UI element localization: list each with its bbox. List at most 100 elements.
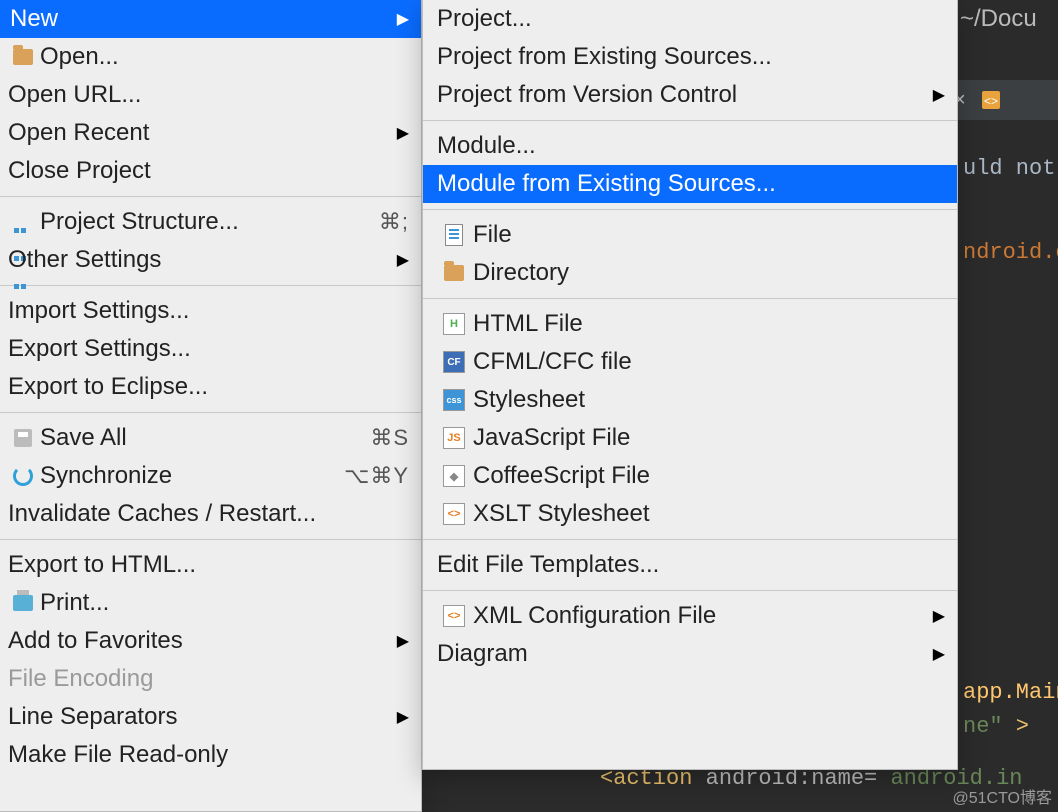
menu-label: Add to Favorites bbox=[8, 627, 389, 655]
menu-label: Save All bbox=[38, 424, 370, 452]
submenu-item-directory[interactable]: Directory bbox=[423, 254, 957, 292]
menu-item-file-encoding: File Encoding bbox=[0, 660, 421, 698]
submenu-item-cfml[interactable]: CF CFML/CFC file bbox=[423, 343, 957, 381]
menu-item-new[interactable]: New ▶ bbox=[0, 0, 421, 38]
menu-label: Project from Version Control bbox=[437, 81, 925, 109]
menu-label: Diagram bbox=[437, 640, 925, 668]
menu-label: Module... bbox=[437, 132, 945, 160]
menu-label: Module from Existing Sources... bbox=[437, 170, 945, 198]
menu-label: Export to HTML... bbox=[8, 551, 409, 579]
submenu-arrow-icon: ▶ bbox=[933, 644, 945, 664]
menu-label: Make File Read-only bbox=[8, 741, 409, 769]
menu-item-export-settings[interactable]: Export Settings... bbox=[0, 330, 421, 368]
submenu-item-module-existing[interactable]: Module from Existing Sources... bbox=[423, 165, 957, 203]
menu-separator bbox=[0, 196, 421, 197]
menu-item-open-url[interactable]: Open URL... bbox=[0, 76, 421, 114]
menu-item-other-settings[interactable]: Other Settings ▶ bbox=[0, 241, 421, 279]
editor-text-fragment: ndroid.c bbox=[963, 240, 1058, 265]
submenu-arrow-icon: ▶ bbox=[933, 85, 945, 105]
menu-label: File Encoding bbox=[8, 665, 409, 693]
menu-separator bbox=[423, 209, 957, 210]
menu-item-invalidate-caches[interactable]: Invalidate Caches / Restart... bbox=[0, 495, 421, 533]
menu-label: Open... bbox=[38, 43, 409, 71]
menu-item-project-structure[interactable]: Project Structure... ⌘; bbox=[0, 203, 421, 241]
menu-item-import-settings[interactable]: Import Settings... bbox=[0, 292, 421, 330]
coffeescript-file-icon: ◆ bbox=[437, 465, 471, 487]
menu-item-synchronize[interactable]: Synchronize ⌥⌘Y bbox=[0, 457, 421, 495]
sync-icon bbox=[8, 466, 38, 486]
menu-label: XSLT Stylesheet bbox=[471, 500, 945, 528]
svg-text:<>: <> bbox=[984, 94, 998, 108]
submenu-item-project-existing[interactable]: Project from Existing Sources... bbox=[423, 38, 957, 76]
tab-file-icon[interactable]: <> bbox=[980, 89, 1002, 111]
xml-file-icon: <> bbox=[437, 605, 471, 627]
menu-item-print[interactable]: Print... bbox=[0, 584, 421, 622]
file-menu: New ▶ Open... Open URL... Open Recent ▶ … bbox=[0, 0, 422, 812]
menu-label: Close Project bbox=[8, 157, 409, 185]
submenu-item-project[interactable]: Project... bbox=[423, 0, 957, 38]
editor-text-fragment: app.Main bbox=[963, 680, 1058, 705]
cfml-file-icon: CF bbox=[437, 351, 471, 373]
menu-separator bbox=[423, 120, 957, 121]
submenu-item-edit-templates[interactable]: Edit File Templates... bbox=[423, 546, 957, 584]
folder-icon bbox=[8, 49, 38, 65]
submenu-item-module[interactable]: Module... bbox=[423, 127, 957, 165]
menu-label: HTML File bbox=[471, 310, 945, 338]
submenu-item-project-vcs[interactable]: Project from Version Control ▶ bbox=[423, 76, 957, 114]
print-icon bbox=[8, 595, 38, 611]
submenu-arrow-icon: ▶ bbox=[397, 9, 409, 29]
html-file-icon: H bbox=[437, 313, 471, 335]
menu-label: Invalidate Caches / Restart... bbox=[8, 500, 409, 528]
menu-label: Synchronize bbox=[38, 462, 344, 490]
editor-text-fragment: uld not bbox=[963, 156, 1058, 181]
menu-separator bbox=[0, 285, 421, 286]
menu-item-add-favorites[interactable]: Add to Favorites ▶ bbox=[0, 622, 421, 660]
menu-item-close-project[interactable]: Close Project bbox=[0, 152, 421, 190]
submenu-arrow-icon: ▶ bbox=[397, 250, 409, 270]
menu-label: Open Recent bbox=[8, 119, 389, 147]
menu-item-open-recent[interactable]: Open Recent ▶ bbox=[0, 114, 421, 152]
submenu-arrow-icon: ▶ bbox=[397, 123, 409, 143]
save-icon bbox=[8, 429, 38, 447]
menu-label: CoffeeScript File bbox=[471, 462, 945, 490]
menu-separator bbox=[423, 590, 957, 591]
menu-label: Line Separators bbox=[8, 703, 389, 731]
submenu-item-stylesheet[interactable]: css Stylesheet bbox=[423, 381, 957, 419]
menu-shortcut: ⌘; bbox=[379, 209, 409, 235]
submenu-item-javascript[interactable]: JS JavaScript File bbox=[423, 419, 957, 457]
submenu-item-diagram[interactable]: Diagram ▶ bbox=[423, 635, 957, 673]
menu-label: CFML/CFC file bbox=[471, 348, 945, 376]
menu-item-open[interactable]: Open... bbox=[0, 38, 421, 76]
menu-label: Print... bbox=[38, 589, 409, 617]
submenu-item-html-file[interactable]: H HTML File bbox=[423, 305, 957, 343]
menu-label: Edit File Templates... bbox=[437, 551, 945, 579]
menu-separator bbox=[0, 539, 421, 540]
menu-label: Export to Eclipse... bbox=[8, 373, 409, 401]
menu-item-save-all[interactable]: Save All ⌘S bbox=[0, 419, 421, 457]
menu-label: Open URL... bbox=[8, 81, 409, 109]
menu-item-line-separators[interactable]: Line Separators ▶ bbox=[0, 698, 421, 736]
project-structure-icon bbox=[8, 213, 38, 231]
menu-separator bbox=[423, 539, 957, 540]
submenu-item-xslt[interactable]: <> XSLT Stylesheet bbox=[423, 495, 957, 533]
submenu-item-xml-config[interactable]: <> XML Configuration File ▶ bbox=[423, 597, 957, 635]
folder-icon bbox=[437, 265, 471, 281]
watermark: @51CTO博客 bbox=[952, 784, 1052, 808]
menu-item-export-eclipse[interactable]: Export to Eclipse... bbox=[0, 368, 421, 406]
css-file-icon: css bbox=[437, 389, 471, 411]
menu-separator bbox=[423, 298, 957, 299]
menu-shortcut: ⌥⌘Y bbox=[344, 463, 409, 489]
menu-item-export-html[interactable]: Export to HTML... bbox=[0, 546, 421, 584]
menu-label: Export Settings... bbox=[8, 335, 409, 363]
menu-label: Stylesheet bbox=[471, 386, 945, 414]
editor-text-fragment: ne" > bbox=[963, 714, 1058, 739]
menu-item-make-readonly[interactable]: Make File Read-only bbox=[0, 736, 421, 774]
submenu-item-file[interactable]: File bbox=[423, 216, 957, 254]
menu-label: File bbox=[471, 221, 945, 249]
editor-path-fragment: ~/Docu bbox=[960, 5, 1037, 33]
menu-label: New bbox=[8, 5, 389, 33]
menu-label: Project Structure... bbox=[38, 208, 379, 236]
submenu-arrow-icon: ▶ bbox=[397, 707, 409, 727]
submenu-item-coffeescript[interactable]: ◆ CoffeeScript File bbox=[423, 457, 957, 495]
menu-label: Directory bbox=[471, 259, 945, 287]
